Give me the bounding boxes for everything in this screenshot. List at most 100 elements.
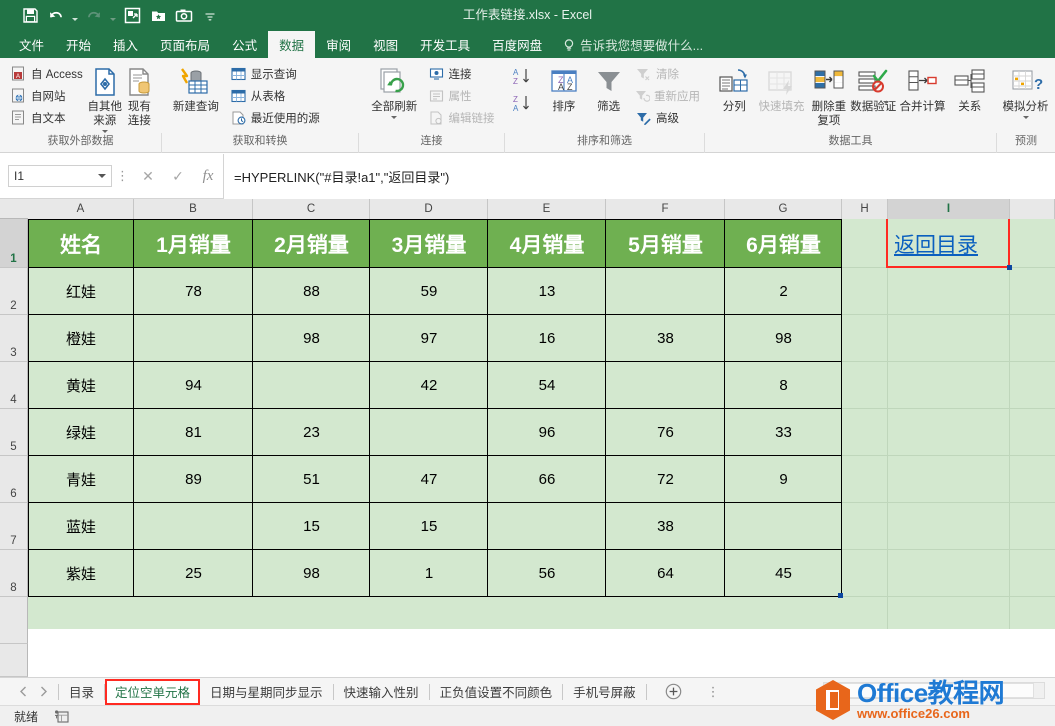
row-header-3[interactable]: 3 — [0, 315, 28, 362]
cell-E7[interactable] — [488, 503, 606, 550]
from-table-button[interactable]: 从表格 — [226, 85, 353, 106]
tab-developer[interactable]: 开发工具 — [409, 31, 481, 58]
cell-I4[interactable] — [888, 362, 1010, 409]
cell-C3[interactable]: 98 — [253, 315, 370, 362]
cell-J3[interactable] — [1010, 315, 1055, 362]
frame-icon[interactable] — [120, 4, 144, 28]
column-header-C[interactable]: C — [253, 199, 370, 219]
cell-A9[interactable] — [28, 597, 134, 629]
cell-J7[interactable] — [1010, 503, 1055, 550]
cell-D2[interactable]: 59 — [370, 268, 488, 315]
cancel-formula-icon[interactable]: ✕ — [133, 164, 163, 188]
new-query-button[interactable]: 新建查询 — [168, 62, 224, 114]
cell-B2[interactable]: 78 — [134, 268, 253, 315]
cell-A1[interactable]: 姓名 — [28, 219, 134, 268]
cell-D6[interactable]: 47 — [370, 456, 488, 503]
cell-B5[interactable]: 81 — [134, 409, 253, 456]
row-header-8[interactable]: 8 — [0, 550, 28, 597]
prev-sheet-icon[interactable] — [14, 683, 32, 701]
cell-B4[interactable]: 94 — [134, 362, 253, 409]
cell-F6[interactable]: 72 — [606, 456, 725, 503]
cell-G4[interactable]: 8 — [725, 362, 842, 409]
sheet-tab-pos-neg-colors[interactable]: 正负值设置不同颜色 — [430, 679, 563, 705]
star-folder-icon[interactable] — [146, 4, 170, 28]
sort-ascending-button[interactable]: AZ — [511, 66, 541, 91]
column-header-I[interactable]: I — [888, 199, 1010, 219]
recent-sources-button[interactable]: 最近使用的源 — [226, 107, 353, 128]
cell-G2[interactable]: 2 — [725, 268, 842, 315]
tab-file[interactable]: 文件 — [8, 31, 55, 58]
cell-C4[interactable] — [253, 362, 370, 409]
cell-G6[interactable]: 9 — [725, 456, 842, 503]
cell-D4[interactable]: 42 — [370, 362, 488, 409]
cell-A2[interactable]: 红娃 — [28, 268, 134, 315]
tab-insert[interactable]: 插入 — [102, 31, 149, 58]
cell-D8[interactable]: 1 — [370, 550, 488, 597]
row-header-5[interactable]: 5 — [0, 409, 28, 456]
relationships-button[interactable]: 关系 — [949, 62, 991, 114]
insert-function-icon[interactable]: fx — [193, 164, 223, 188]
cell-C7[interactable]: 15 — [253, 503, 370, 550]
cell-A4[interactable]: 黄娃 — [28, 362, 134, 409]
cell-F7[interactable]: 38 — [606, 503, 725, 550]
data-validation-dropdown-icon[interactable] — [883, 101, 890, 104]
cell-H7[interactable] — [842, 503, 888, 550]
cell-F8[interactable]: 64 — [606, 550, 725, 597]
cell-H2[interactable] — [842, 268, 888, 315]
cell-J6[interactable] — [1010, 456, 1055, 503]
cell-G3[interactable]: 98 — [725, 315, 842, 362]
fill-handle[interactable] — [1007, 265, 1012, 270]
horizontal-scrollbar[interactable] — [823, 682, 1045, 699]
undo-dropdown-icon[interactable] — [70, 5, 80, 27]
cell-H3[interactable] — [842, 315, 888, 362]
cell-G7[interactable] — [725, 503, 842, 550]
cell-I1[interactable]: 返回目录 — [888, 219, 1010, 268]
cell-C2[interactable]: 88 — [253, 268, 370, 315]
sheet-tab-overflow-handle[interactable]: ⋮ — [707, 684, 720, 700]
cell-B6[interactable]: 89 — [134, 456, 253, 503]
cell-C1[interactable]: 2月销量 — [253, 219, 370, 268]
cell-A3[interactable]: 橙娃 — [28, 315, 134, 362]
cell-I9[interactable] — [888, 597, 1010, 629]
next-sheet-icon[interactable] — [34, 683, 52, 701]
cell-F1[interactable]: 5月销量 — [606, 219, 725, 268]
what-if-dropdown-icon[interactable] — [1022, 116, 1029, 119]
text-to-columns-button[interactable]: 分列 — [713, 62, 755, 114]
sort-button[interactable]: ZAAZ 排序 — [541, 62, 586, 114]
cell-J9[interactable] — [1010, 597, 1055, 629]
sort-descending-button[interactable]: ZA — [511, 93, 541, 118]
cell-B1[interactable]: 1月销量 — [134, 219, 253, 268]
advanced-filter-button[interactable]: 高级 — [631, 107, 699, 128]
cell-J4[interactable] — [1010, 362, 1055, 409]
row-header-4[interactable]: 4 — [0, 362, 28, 409]
tab-view[interactable]: 视图 — [362, 31, 409, 58]
what-if-analysis-button[interactable]: ? 模拟分析 — [1002, 62, 1049, 119]
cell-H8[interactable] — [842, 550, 888, 597]
cell-H6[interactable] — [842, 456, 888, 503]
cell-G8[interactable]: 45 — [725, 550, 842, 597]
from-text-button[interactable]: 自文本 — [6, 107, 87, 128]
cell-A6[interactable]: 青娃 — [28, 456, 134, 503]
cell-H9[interactable] — [842, 597, 888, 629]
remove-duplicates-button[interactable]: 删除重复项 — [808, 62, 850, 128]
save-icon[interactable] — [18, 4, 42, 28]
sheet-tab-directory[interactable]: 目录 — [59, 679, 104, 705]
cell-F4[interactable] — [606, 362, 725, 409]
name-box[interactable]: I1 — [8, 165, 112, 187]
cell-D5[interactable] — [370, 409, 488, 456]
cell-D9[interactable] — [370, 597, 488, 629]
cell-J2[interactable] — [1010, 268, 1055, 315]
cell-D7[interactable]: 15 — [370, 503, 488, 550]
cell-C9[interactable] — [253, 597, 370, 629]
row-header-2[interactable]: 2 — [0, 268, 28, 315]
cell-E6[interactable]: 66 — [488, 456, 606, 503]
from-access-button[interactable]: A 自 Access — [6, 63, 87, 84]
column-header-D[interactable]: D — [370, 199, 488, 219]
tab-baidu-netdisk[interactable]: 百度网盘 — [481, 31, 553, 58]
redo-icon[interactable] — [82, 4, 106, 28]
name-box-dropdown-icon[interactable] — [98, 174, 106, 178]
filter-button[interactable]: 筛选 — [586, 62, 631, 114]
tell-me-search[interactable]: 告诉我您想要做什么... — [553, 31, 713, 58]
add-sheet-icon[interactable] — [661, 679, 687, 705]
refresh-all-dropdown-icon[interactable] — [391, 116, 398, 119]
